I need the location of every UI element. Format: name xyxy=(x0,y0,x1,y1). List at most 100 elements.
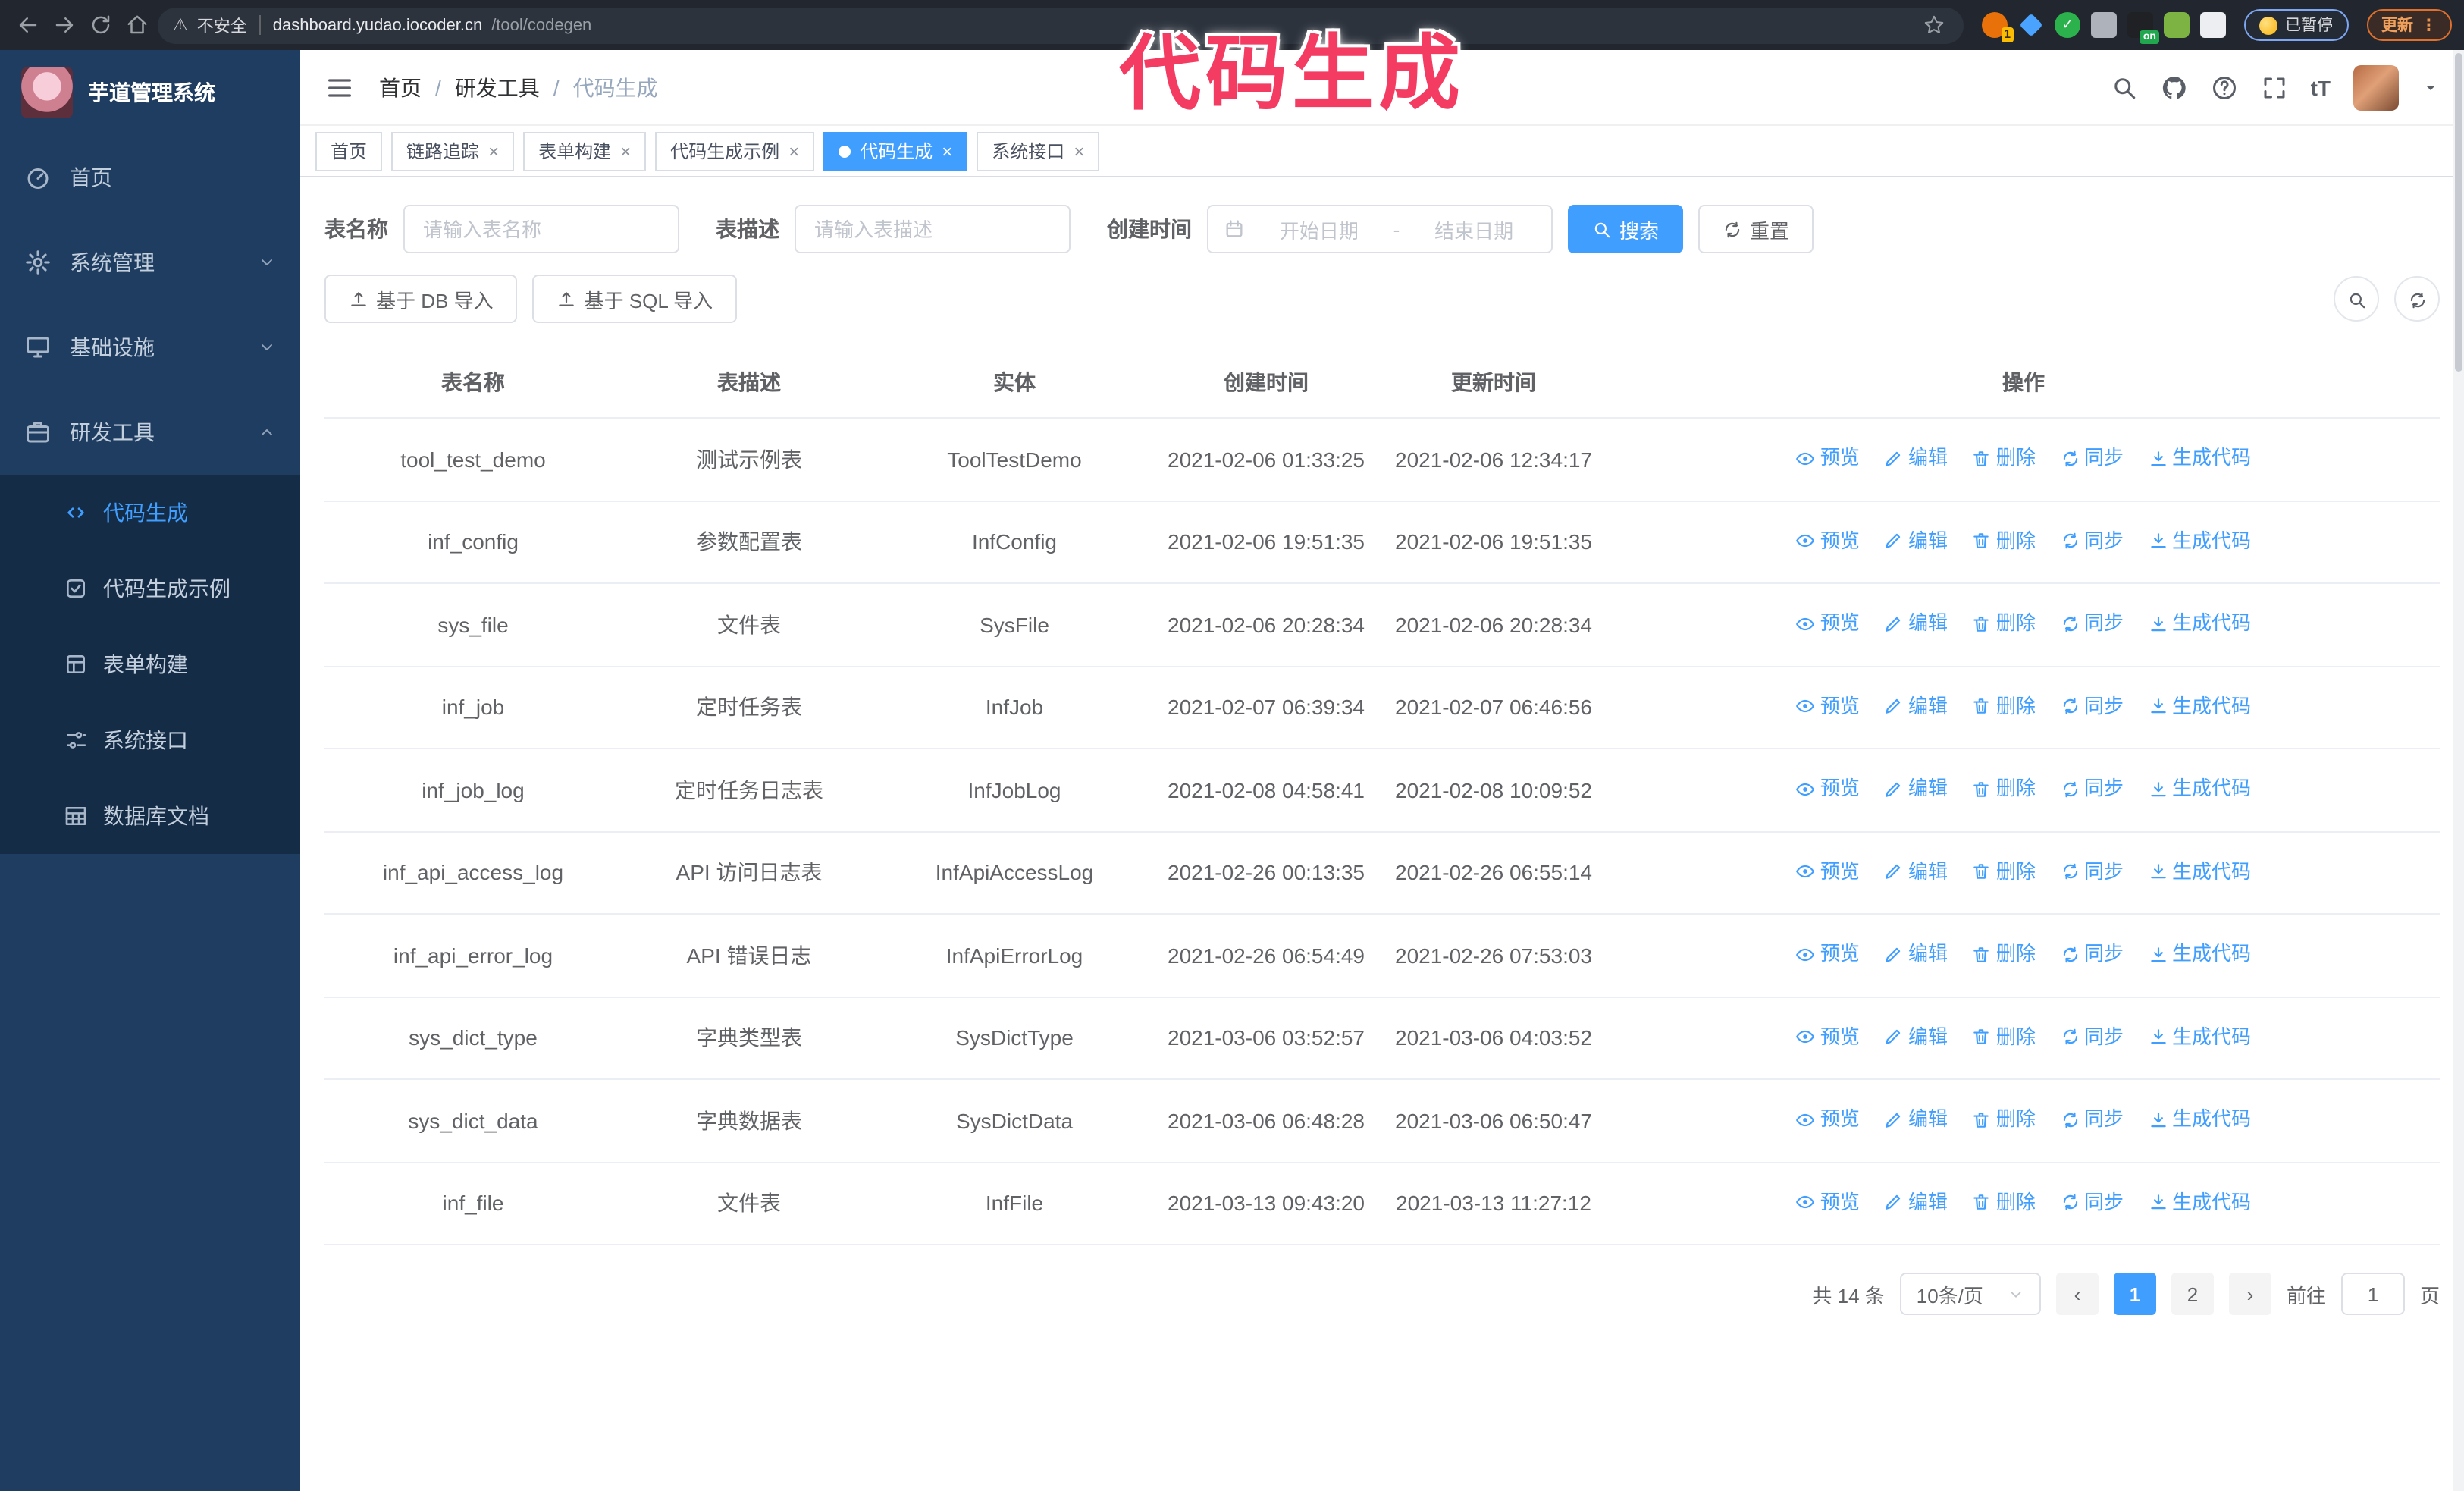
edit-link[interactable]: 编辑 xyxy=(1884,772,1948,805)
back-icon[interactable] xyxy=(12,10,42,40)
sync-link[interactable]: 同步 xyxy=(2060,524,2124,557)
scrollbar-thumb[interactable] xyxy=(2455,53,2462,372)
toggle-search-button[interactable] xyxy=(2334,276,2379,322)
search-button[interactable]: 搜索 xyxy=(1568,205,1684,253)
edit-link[interactable]: 编辑 xyxy=(1884,937,1948,971)
github-icon[interactable] xyxy=(2161,74,2188,101)
sync-link[interactable]: 同步 xyxy=(2060,607,2124,640)
app-logo[interactable]: 芋道管理系统 xyxy=(0,50,300,135)
table-desc-input[interactable] xyxy=(795,205,1071,253)
delete-link[interactable]: 删除 xyxy=(1972,1103,2036,1136)
delete-link[interactable]: 删除 xyxy=(1972,524,2036,557)
home-icon[interactable] xyxy=(121,10,152,40)
sidebar-item-infra[interactable]: 基础设施 xyxy=(0,305,300,390)
extension-icon[interactable] xyxy=(2091,12,2117,38)
extension-icon[interactable] xyxy=(2164,12,2190,38)
close-icon[interactable]: × xyxy=(1074,142,1084,160)
extension-icon[interactable]: ✓ xyxy=(2055,12,2080,38)
generate-code-link[interactable]: 生成代码 xyxy=(2148,1103,2251,1136)
preview-link[interactable]: 预览 xyxy=(1796,607,1860,640)
search-icon[interactable] xyxy=(2111,74,2138,101)
reset-button[interactable]: 重置 xyxy=(1698,205,1814,253)
next-page-button[interactable]: › xyxy=(2228,1273,2271,1315)
generate-code-link[interactable]: 生成代码 xyxy=(2148,855,2251,888)
sync-link[interactable]: 同步 xyxy=(2060,1185,2124,1219)
edit-link[interactable]: 编辑 xyxy=(1884,689,1948,723)
edit-link[interactable]: 编辑 xyxy=(1884,855,1948,888)
sidebar-item-db-docs[interactable]: 数据库文档 xyxy=(0,778,300,854)
edit-link[interactable]: 编辑 xyxy=(1884,607,1948,640)
url-bar[interactable]: ⚠ 不安全 dashboard.yudao.iocoder.cn/tool/co… xyxy=(158,7,1964,43)
sidebar-item-system[interactable]: 系统管理 xyxy=(0,220,300,305)
edit-link[interactable]: 编辑 xyxy=(1884,1185,1948,1219)
tab-form-builder[interactable]: 表单构建 × xyxy=(523,131,647,171)
generate-code-link[interactable]: 生成代码 xyxy=(2148,689,2251,723)
close-icon[interactable]: × xyxy=(620,142,631,160)
sidebar-fold-icon[interactable] xyxy=(324,72,355,102)
sync-link[interactable]: 同步 xyxy=(2060,855,2124,888)
refresh-button[interactable] xyxy=(2394,276,2440,322)
sidebar-item-system-api[interactable]: 系统接口 xyxy=(0,702,300,778)
prev-page-button[interactable]: ‹ xyxy=(2055,1273,2099,1315)
edit-link[interactable]: 编辑 xyxy=(1884,1103,1948,1136)
extension-icon[interactable]: 1 xyxy=(1982,12,2014,42)
profile-paused-badge[interactable]: 已暂停 xyxy=(2244,9,2348,41)
font-size-icon[interactable]: tT xyxy=(2311,75,2331,99)
page-size-select[interactable]: 10条/页 xyxy=(1899,1273,2041,1315)
preview-link[interactable]: 预览 xyxy=(1796,937,1860,971)
tab-codegen-sample[interactable]: 代码生成示例 × xyxy=(655,131,815,171)
edit-link[interactable]: 编辑 xyxy=(1884,441,1948,475)
fullscreen-icon[interactable] xyxy=(2261,74,2288,101)
sync-link[interactable]: 同步 xyxy=(2060,689,2124,723)
sidebar-item-home[interactable]: 首页 xyxy=(0,135,300,220)
preview-link[interactable]: 预览 xyxy=(1796,524,1860,557)
preview-link[interactable]: 预览 xyxy=(1796,1103,1860,1136)
generate-code-link[interactable]: 生成代码 xyxy=(2148,937,2251,971)
delete-link[interactable]: 删除 xyxy=(1972,689,2036,723)
sync-link[interactable]: 同步 xyxy=(2060,772,2124,805)
puzzle-extensions-icon[interactable] xyxy=(2200,12,2226,38)
sync-link[interactable]: 同步 xyxy=(2060,441,2124,475)
update-button[interactable]: 更新 ⋮ xyxy=(2366,9,2452,41)
delete-link[interactable]: 删除 xyxy=(1972,937,2036,971)
goto-page-input[interactable] xyxy=(2340,1273,2405,1315)
import-sql-button[interactable]: 基于 SQL 导入 xyxy=(532,275,738,323)
sidebar-item-form-builder[interactable]: 表单构建 xyxy=(0,626,300,702)
delete-link[interactable]: 删除 xyxy=(1972,772,2036,805)
delete-link[interactable]: 删除 xyxy=(1972,855,2036,888)
generate-code-link[interactable]: 生成代码 xyxy=(2148,524,2251,557)
preview-link[interactable]: 预览 xyxy=(1796,772,1860,805)
close-icon[interactable]: × xyxy=(942,142,952,160)
extension-icon[interactable]: on xyxy=(2127,12,2159,44)
breadcrumb-item[interactable]: 研发工具 xyxy=(455,72,540,102)
edit-link[interactable]: 编辑 xyxy=(1884,1020,1948,1053)
preview-link[interactable]: 预览 xyxy=(1796,855,1860,888)
avatar[interactable] xyxy=(2353,64,2399,110)
page-scrollbar[interactable] xyxy=(2453,50,2464,1491)
sync-link[interactable]: 同步 xyxy=(2060,937,2124,971)
forward-icon[interactable] xyxy=(49,10,79,40)
sidebar-item-codegen-sample[interactable]: 代码生成示例 xyxy=(0,551,300,626)
preview-link[interactable]: 预览 xyxy=(1796,441,1860,475)
preview-link[interactable]: 预览 xyxy=(1796,689,1860,723)
delete-link[interactable]: 删除 xyxy=(1972,1185,2036,1219)
tab-codegen[interactable]: 代码生成 × xyxy=(823,131,968,171)
help-icon[interactable] xyxy=(2211,74,2238,101)
caret-down-icon[interactable] xyxy=(2422,78,2440,96)
page-button-2[interactable]: 2 xyxy=(2171,1273,2214,1315)
delete-link[interactable]: 删除 xyxy=(1972,607,2036,640)
preview-link[interactable]: 预览 xyxy=(1796,1020,1860,1053)
generate-code-link[interactable]: 生成代码 xyxy=(2148,1185,2251,1219)
date-range-picker[interactable]: 开始日期 - 结束日期 xyxy=(1207,205,1553,253)
reload-icon[interactable] xyxy=(85,10,115,40)
delete-link[interactable]: 删除 xyxy=(1972,1020,2036,1053)
sidebar-item-devtools[interactable]: 研发工具 xyxy=(0,390,300,475)
close-icon[interactable]: × xyxy=(788,142,799,160)
breadcrumb-item[interactable]: 首页 xyxy=(379,72,422,102)
generate-code-link[interactable]: 生成代码 xyxy=(2148,772,2251,805)
tab-system-api[interactable]: 系统接口 × xyxy=(977,131,1100,171)
edit-link[interactable]: 编辑 xyxy=(1884,524,1948,557)
page-button-1[interactable]: 1 xyxy=(2113,1273,2156,1315)
sidebar-item-codegen[interactable]: 代码生成 xyxy=(0,475,300,551)
generate-code-link[interactable]: 生成代码 xyxy=(2148,441,2251,475)
